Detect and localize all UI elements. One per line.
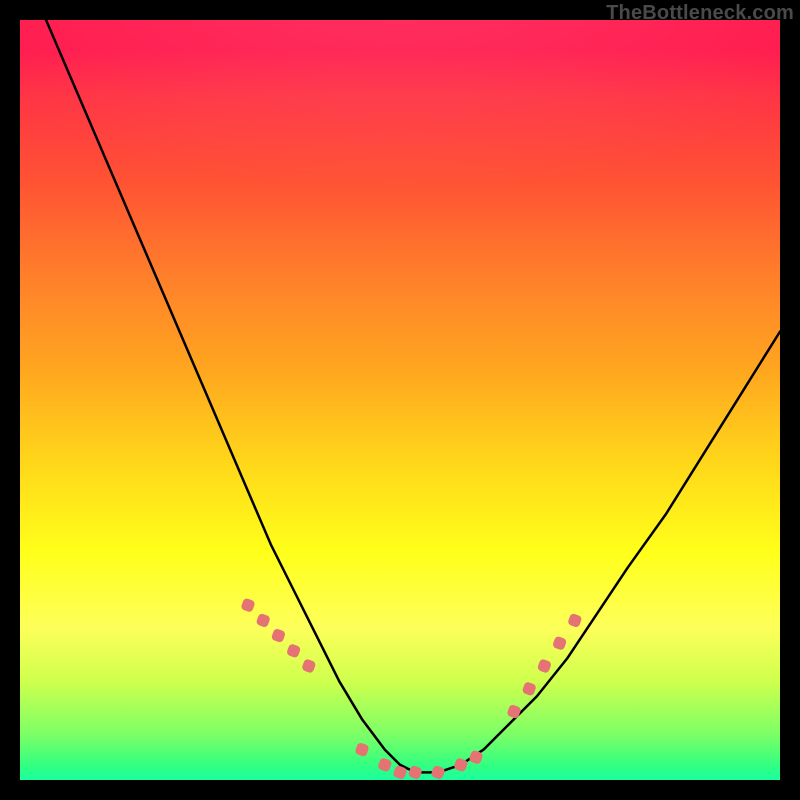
marker-point [430,765,445,780]
marker-point [567,613,582,628]
marker-point [552,636,567,651]
marker-point [286,643,301,658]
chart-frame [20,20,780,780]
marker-point [354,742,369,757]
marker-point [453,757,468,772]
marker-point [240,598,255,613]
marker-point [377,757,392,772]
bottleneck-curve [20,0,780,772]
marker-point [256,613,271,628]
marker-point [537,658,552,673]
highlight-markers [240,598,582,781]
marker-point [271,628,286,643]
marker-point [408,765,423,780]
watermark-text: TheBottleneck.com [606,2,794,25]
chart-svg [20,20,780,780]
marker-point [301,658,316,673]
marker-point [522,681,537,696]
marker-point [506,704,521,719]
